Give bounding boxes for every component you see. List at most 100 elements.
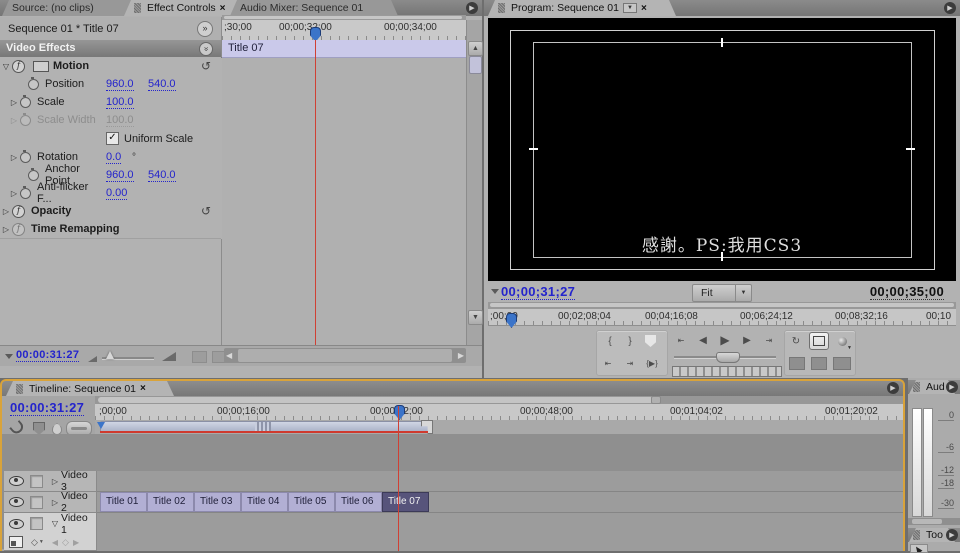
clip-title-01[interactable]: Title 01	[100, 492, 147, 512]
toggle-track-output-icon[interactable]	[9, 497, 24, 507]
chevron-right-icon[interactable]: ▷	[8, 189, 20, 198]
chevron-right-icon[interactable]: ▷	[8, 98, 20, 107]
step-forward-button[interactable]: ▶	[738, 332, 756, 348]
zoom-out-icon[interactable]	[88, 356, 97, 362]
clip-title-06[interactable]: Title 06	[335, 492, 382, 512]
goto-previous-edit-button[interactable]: ⇤	[672, 332, 690, 348]
track-header-video2[interactable]: ▷ Video 2	[4, 492, 97, 513]
scroll-thumb[interactable]	[238, 349, 452, 362]
track-content-video2[interactable]: Title 01 Title 02 Title 03 Title 04 Titl…	[97, 492, 903, 513]
shuttle-slider[interactable]	[674, 356, 776, 358]
effect-row-opacity[interactable]: ▷ f Opacity ↺	[0, 202, 221, 221]
anchor-x-value[interactable]: 960.0	[106, 169, 134, 182]
track-header-video3[interactable]: ▷ Video 3	[4, 471, 97, 492]
stopwatch-icon[interactable]	[20, 152, 31, 163]
play-in-to-out-button[interactable]: {▶}	[643, 355, 661, 371]
collapse-section-icon[interactable]: »	[199, 42, 213, 56]
scroll-right-button[interactable]: ▶	[458, 351, 464, 360]
clip-title-02[interactable]: Title 02	[147, 492, 194, 512]
previous-keyframe-button[interactable]: ◀	[52, 538, 58, 547]
tab-timeline[interactable]: Timeline: Sequence 01 ×	[6, 381, 174, 396]
audio-meters-scrollbar[interactable]	[908, 518, 960, 525]
ec-mini-ruler[interactable]: ;30;00 00;00;32;00 00;00;34;00	[222, 20, 466, 41]
shuttle-handle[interactable]	[716, 352, 740, 363]
selection-tool-button[interactable]	[910, 544, 928, 553]
chevron-right-icon[interactable]: ▷	[8, 153, 20, 162]
param-row-rotation[interactable]: ▷ Rotation 0.0 °	[0, 148, 221, 167]
anchor-y-value[interactable]: 540.0	[148, 169, 176, 182]
timeline-timecode[interactable]: 00:00:31:27	[10, 400, 84, 416]
scroll-thumb[interactable]	[469, 56, 482, 74]
track-content-video3[interactable]	[97, 471, 903, 492]
param-row-position[interactable]: Position 960.0 540.0	[0, 75, 221, 94]
safe-margins-button[interactable]	[809, 332, 829, 350]
chevron-right-icon[interactable]: ▷	[0, 225, 12, 234]
program-playhead-marker[interactable]	[506, 313, 517, 328]
chevron-down-icon[interactable]: ▽	[49, 519, 61, 528]
zoom-in-icon[interactable]	[162, 352, 176, 361]
reset-effect-icon[interactable]: ↺	[201, 59, 211, 73]
stopwatch-icon[interactable]	[20, 188, 31, 199]
fx-disabled-icon[interactable]: f	[12, 223, 25, 236]
scroll-up-button[interactable]: ▲	[468, 41, 483, 56]
disclosure-icon[interactable]	[5, 354, 13, 359]
track-lock-toggle[interactable]	[30, 517, 43, 530]
chevron-down-icon[interactable]: ▽	[0, 62, 12, 71]
scroll-down-button[interactable]: ▼	[468, 310, 483, 325]
zoom-slider[interactable]	[102, 357, 154, 359]
goto-next-edit-button[interactable]: ⇥	[760, 332, 778, 348]
fx-enabled-icon[interactable]: f	[12, 205, 25, 218]
lift-button[interactable]	[789, 357, 805, 370]
fx-enabled-icon[interactable]: f	[12, 60, 25, 73]
panel-menu-icon[interactable]: ▶	[944, 2, 956, 14]
rotation-value[interactable]: 0.0	[106, 151, 121, 164]
play-button[interactable]: ▶	[716, 332, 734, 348]
panel-menu-icon[interactable]: ▶	[887, 382, 899, 394]
position-y-value[interactable]: 540.0	[148, 78, 176, 91]
loop-button[interactable]: ↻	[787, 333, 805, 349]
scroll-thumb[interactable]	[98, 397, 658, 403]
scroll-left-button[interactable]: ◀	[226, 351, 232, 360]
program-ruler[interactable]: ;00;00 00;02;08;04 00;04;16;08 00;06;24;…	[488, 308, 956, 326]
goto-out-button[interactable]: ⇥	[621, 355, 639, 371]
set-unnumbered-marker-button[interactable]	[48, 421, 64, 435]
set-out-point-button[interactable]: }	[621, 333, 639, 349]
param-row-scale[interactable]: ▷ Scale 100.0	[0, 93, 221, 112]
anti-flicker-value[interactable]: 0.00	[106, 187, 127, 200]
clip-title-07-selected[interactable]: Title 07	[382, 492, 429, 512]
tab-effect-controls[interactable]: Effect Controls ×	[124, 0, 246, 16]
panel-menu-icon[interactable]: ▶	[946, 381, 958, 393]
snap-button[interactable]	[8, 421, 26, 435]
ec-clip-lane[interactable]: Title 07	[222, 40, 466, 58]
tab-audio-mixer[interactable]: Audio Mixer: Sequence 01	[230, 0, 398, 16]
stopwatch-icon[interactable]	[28, 79, 39, 90]
program-video-area[interactable]: 感謝。PS:我用CS3	[488, 18, 956, 281]
show-keyframes-button[interactable]: ◇	[31, 537, 38, 548]
close-icon[interactable]: ×	[641, 3, 647, 14]
param-row-anchor-point[interactable]: Anchor Point 960.0 540.0	[0, 166, 221, 185]
effect-row-motion[interactable]: ▽ f Motion ↺	[0, 57, 221, 76]
tab-source[interactable]: Source: (no clips)	[2, 0, 140, 16]
ec-lane-area[interactable]: Title 07	[222, 40, 466, 345]
stopwatch-icon[interactable]	[28, 170, 39, 181]
tab-dropdown-icon[interactable]: ▼	[623, 3, 637, 13]
scroll-thumb-handle[interactable]	[651, 396, 661, 404]
timeline-hscrollbar[interactable]	[95, 396, 903, 404]
set-marker-button[interactable]	[645, 335, 656, 347]
position-x-value[interactable]: 960.0	[106, 78, 134, 91]
set-display-style-button[interactable]	[9, 536, 23, 548]
clip-title-03[interactable]: Title 03	[194, 492, 241, 512]
jog-disk[interactable]	[672, 366, 782, 377]
reset-effect-icon[interactable]: ↺	[201, 204, 211, 218]
play-around-icon[interactable]	[192, 351, 207, 363]
program-current-timecode[interactable]: 00;00;31;27	[501, 284, 575, 300]
chevron-right-icon[interactable]: ▷	[49, 477, 61, 486]
track-content-video1[interactable]	[97, 513, 903, 551]
tab-program[interactable]: Program: Sequence 01 ▼ ×	[488, 0, 676, 16]
timeline-ruler[interactable]: ;00;00 00;00;16;00 00;00;32;00 00;00;48;…	[95, 404, 903, 421]
disclosure-icon[interactable]	[491, 289, 499, 294]
set-encore-chapter-marker-button[interactable]	[30, 421, 46, 435]
ec-hscrollbar[interactable]: ◀ ▶	[224, 348, 466, 363]
param-row-anti-flicker[interactable]: ▷ Anti-flicker F... 0.00	[0, 184, 221, 203]
program-end-timecode[interactable]: 00;00;35;00	[870, 284, 944, 300]
